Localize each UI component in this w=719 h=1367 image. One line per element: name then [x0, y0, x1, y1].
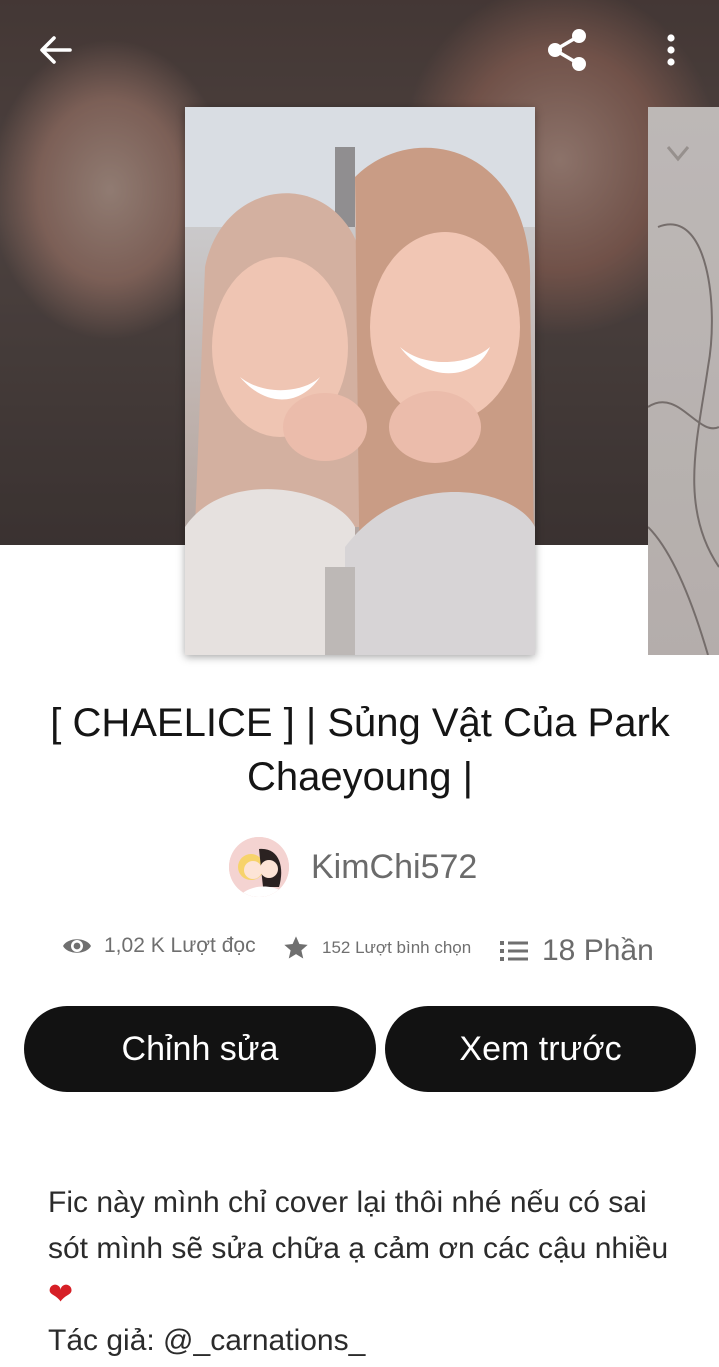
- arrow-left-icon: [40, 36, 72, 64]
- back-button[interactable]: [30, 24, 82, 76]
- author-name: KimChi572: [311, 847, 478, 886]
- description-author-credit: Tác giả: @_carnations_: [48, 1324, 366, 1357]
- eye-icon: [63, 939, 91, 953]
- votes-count: 152 Lượt bình chọn: [322, 938, 472, 957]
- cover-photo: [185, 107, 535, 655]
- heart-icon: ❤: [48, 1278, 74, 1311]
- story-title: [ CHAELICE ] | Sủng Vật Của Park Chaeyou…: [50, 701, 670, 799]
- parts-count: 18 Phần: [542, 934, 654, 967]
- more-vertical-icon: [667, 34, 675, 66]
- edit-button[interactable]: Chỉnh sửa: [24, 1006, 376, 1092]
- star-icon: [284, 936, 308, 959]
- share-icon: [548, 29, 586, 71]
- next-cover-overlay: [648, 107, 719, 655]
- parts-stat[interactable]: 18 Phần: [500, 934, 654, 968]
- author-link[interactable]: KimChi572: [229, 836, 477, 898]
- description-text: Fic này mình chỉ cover lại thôi nhé nếu …: [48, 1186, 669, 1265]
- more-options-button[interactable]: [645, 24, 697, 76]
- story-stats: 1,02 K Lượt đọc 152 Lượt bình chọn 18 Ph…: [0, 928, 719, 978]
- avatar-image: [229, 837, 289, 897]
- list-icon: [500, 941, 528, 961]
- reads-stat: 1,02 K Lượt đọc: [62, 934, 256, 958]
- story-description: Fic này mình chỉ cover lại thôi nhé nếu …: [48, 1180, 688, 1364]
- next-story-cover[interactable]: [648, 107, 719, 655]
- votes-stat: 152 Lượt bình chọn: [282, 934, 471, 962]
- story-cover-image[interactable]: [185, 107, 535, 655]
- avatar: [229, 837, 289, 897]
- reads-count: 1,02 K Lượt đọc: [104, 934, 256, 957]
- share-button[interactable]: [541, 24, 593, 76]
- preview-button[interactable]: Xem trước: [385, 1006, 696, 1092]
